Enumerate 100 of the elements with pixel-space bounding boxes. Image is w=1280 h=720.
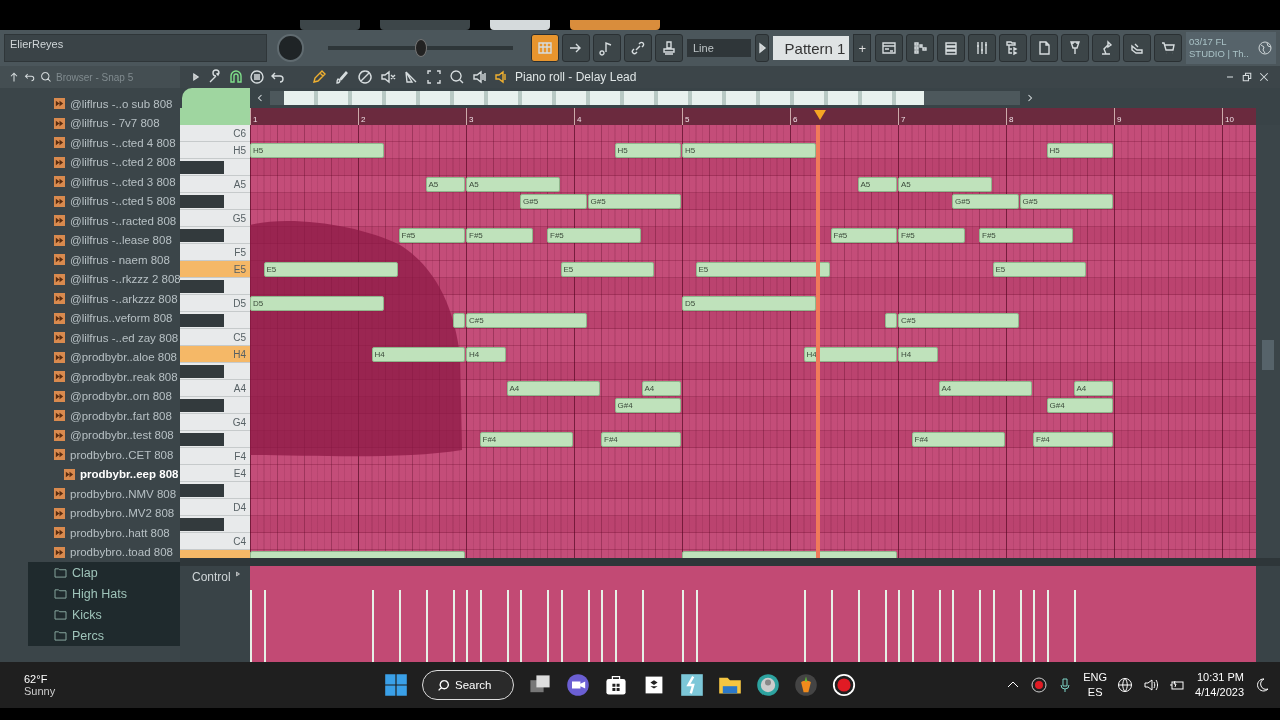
note[interactable]: F#4 (479, 432, 573, 447)
note[interactable]: E5 (560, 262, 654, 277)
add-pattern-button[interactable]: + (853, 34, 871, 62)
browser-item[interactable]: @lilfrus -..ed zay 808 (48, 328, 180, 348)
language-indicator[interactable]: ENG ES (1083, 670, 1108, 700)
browser-item[interactable]: @lilfrus - naem 808 (48, 250, 180, 270)
velocity-stem[interactable] (1046, 590, 1049, 662)
window-button[interactable] (906, 34, 934, 62)
view-button[interactable] (654, 34, 683, 62)
browser-item[interactable]: @lilfrus -..cted 5 808 (48, 191, 180, 211)
velocity-stem[interactable] (479, 590, 482, 662)
event-editor-label[interactable]: Control (192, 570, 231, 584)
tool-button[interactable] (448, 68, 466, 86)
menu-icon[interactable] (249, 69, 265, 85)
browser-item[interactable]: @lilfrus -..lease 808 (48, 230, 180, 250)
window-button[interactable] (1123, 34, 1151, 62)
velocity-stem[interactable] (938, 590, 941, 662)
moon-icon[interactable] (1254, 677, 1270, 693)
browser-item[interactable]: Clap (28, 562, 180, 583)
note[interactable]: D5 (250, 296, 384, 311)
note[interactable] (884, 313, 897, 328)
piano-key[interactable] (180, 516, 250, 533)
restore-icon[interactable] (1241, 71, 1253, 83)
note[interactable]: G#5 (952, 194, 1019, 209)
magnet-icon[interactable] (228, 69, 244, 85)
close-icon[interactable] (1258, 71, 1270, 83)
note[interactable]: A5 (466, 177, 560, 192)
velocity-stem[interactable] (263, 590, 266, 662)
tool-button[interactable] (310, 68, 328, 86)
note[interactable]: H4 (898, 347, 938, 362)
browser-icon[interactable] (756, 673, 780, 697)
velocity-stem[interactable] (857, 590, 860, 662)
piano-key[interactable] (180, 278, 250, 295)
note[interactable]: F#4 (911, 432, 1005, 447)
globe-icon[interactable] (1117, 677, 1134, 693)
browser-item[interactable]: @liflrus -..o sub 808 (48, 94, 180, 114)
note[interactable]: G#4 (1046, 398, 1113, 413)
piano-key[interactable] (180, 482, 250, 499)
velocity-stem[interactable] (641, 590, 644, 662)
browser-item[interactable]: High Hats (28, 583, 180, 604)
note[interactable]: G#5 (520, 194, 587, 209)
wrench-icon[interactable] (207, 69, 223, 85)
velocity-stem[interactable] (911, 590, 914, 662)
playhead-marker[interactable] (814, 110, 826, 120)
note[interactable]: F#5 (466, 228, 533, 243)
arrow-up-icon[interactable] (8, 71, 20, 83)
view-button[interactable] (592, 34, 621, 62)
browser-item[interactable]: prodbybro..CET 808 (48, 445, 180, 465)
window-button[interactable] (937, 34, 965, 62)
pattern-selector[interactable]: Pattern 1 (773, 36, 850, 60)
tool-button[interactable] (425, 68, 443, 86)
window-button[interactable] (1154, 34, 1182, 62)
piano-key[interactable] (180, 193, 250, 210)
piano-key[interactable] (180, 431, 250, 448)
search-button[interactable]: Search (422, 670, 514, 700)
browser-item[interactable]: @prodbybr..fart 808 (48, 406, 180, 426)
note[interactable]: F#5 (830, 228, 897, 243)
volume-icon[interactable] (1143, 677, 1160, 693)
browser-item[interactable]: prodbybro..MV2 808 (48, 503, 180, 523)
velocity-stem[interactable] (506, 590, 509, 662)
velocity-stem[interactable] (1073, 590, 1076, 662)
browser-item[interactable]: prodbybro..toad 808 (48, 542, 180, 562)
note[interactable]: E5 (263, 262, 398, 277)
view-button[interactable] (530, 34, 559, 62)
note[interactable]: A4 (938, 381, 1032, 396)
note[interactable]: A4 (1073, 381, 1113, 396)
velocity-stem[interactable] (398, 590, 401, 662)
browser-item[interactable]: @lilfrus -..rkzzz 2 808 (48, 269, 180, 289)
velocity-lane[interactable] (250, 566, 1256, 662)
view-button[interactable] (561, 34, 590, 62)
fruit-app-icon[interactable] (794, 673, 818, 697)
note[interactable]: E5 (695, 262, 830, 277)
note[interactable]: F#4 (1033, 432, 1113, 447)
browser-item[interactable]: @prodbybr..reak 808 (48, 367, 180, 387)
piano-key[interactable] (180, 363, 250, 380)
tool-button[interactable] (471, 68, 489, 86)
velocity-stem[interactable] (452, 590, 455, 662)
note[interactable]: A5 (425, 177, 465, 192)
play-arrow-icon[interactable] (233, 570, 242, 578)
velocity-stem[interactable] (1019, 590, 1022, 662)
note[interactable]: F#5 (979, 228, 1073, 243)
piano-key[interactable] (180, 159, 250, 176)
view-button[interactable] (623, 34, 652, 62)
window-button[interactable] (1061, 34, 1089, 62)
velocity-stem[interactable] (425, 590, 428, 662)
video-chat-icon[interactable] (566, 673, 590, 697)
tool-button[interactable] (379, 68, 397, 86)
undo-icon[interactable] (24, 71, 36, 83)
browser-item[interactable]: prodbybr..eep 808 (48, 464, 180, 484)
search-icon[interactable] (40, 71, 52, 83)
note[interactable]: F#5 (898, 228, 965, 243)
browser-item[interactable]: @lilfrus -..racted 808 (48, 211, 180, 231)
velocity-stem[interactable] (992, 590, 995, 662)
note[interactable]: D5 (682, 296, 816, 311)
velocity-stem[interactable] (587, 590, 590, 662)
note[interactable]: C#5 (466, 313, 587, 328)
window-button[interactable] (999, 34, 1027, 62)
note[interactable]: E5 (992, 262, 1086, 277)
note[interactable]: H5 (682, 143, 816, 158)
note[interactable]: F#5 (547, 228, 641, 243)
